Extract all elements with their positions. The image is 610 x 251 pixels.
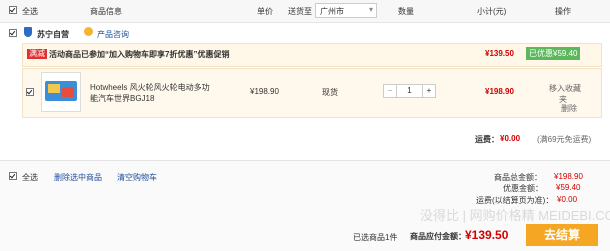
- total-label: 商品总金额：: [494, 173, 542, 182]
- shipping-estimate-value: ¥0.00: [557, 195, 578, 204]
- shield-icon: [24, 27, 32, 37]
- col-quantity: 数量: [398, 7, 414, 16]
- select-all-checkbox[interactable]: [9, 6, 17, 14]
- shipping-label: 运费：: [475, 135, 499, 144]
- move-to-favorites-link[interactable]: 移入收藏: [549, 83, 581, 94]
- qty-input[interactable]: 1: [397, 85, 422, 97]
- footer-select-all-label: 全选: [22, 173, 38, 182]
- item-checkbox[interactable]: [26, 88, 34, 96]
- product-name-line2[interactable]: 能汽车世界BGJ18: [90, 93, 154, 104]
- delete-item-link[interactable]: 删除: [561, 103, 577, 114]
- product-thumbnail[interactable]: [41, 72, 81, 112]
- quantity-stepper: − 1 +: [383, 84, 436, 98]
- item-stock-status: 现货: [322, 88, 338, 97]
- promo-discount-badge: 已优惠¥59.40: [526, 47, 581, 60]
- shipping-amount: ¥0.00: [500, 134, 521, 143]
- promo-text: 活动商品已参加“加入购物车即享7折优惠”优惠促销: [49, 50, 230, 59]
- payable-value: ¥139.50: [465, 228, 509, 242]
- promo-amount: ¥139.50: [485, 49, 514, 58]
- watermark-logo: 没得比 | 网购价格精 MEIDEBI.COM: [420, 208, 610, 223]
- footer-select-all-checkbox[interactable]: [9, 172, 17, 180]
- product-name-line1[interactable]: Hotwheels 风火轮风火轮电动多功: [90, 82, 210, 93]
- checkout-button[interactable]: 去结算: [526, 224, 598, 246]
- col-operation: 操作: [555, 7, 571, 16]
- qty-minus-button[interactable]: −: [384, 85, 397, 97]
- store-checkbox[interactable]: [9, 29, 17, 37]
- col-ship-to: 送货至: [288, 7, 312, 16]
- chevron-down-icon: ▾: [368, 5, 373, 14]
- city-select-value: 广州市: [320, 7, 344, 16]
- clear-cart-link[interactable]: 清空购物车: [117, 172, 157, 183]
- total-value: ¥198.90: [554, 172, 583, 181]
- col-subtotal: 小计(元): [477, 7, 507, 16]
- shipping-note: (满69元免运费): [537, 135, 592, 144]
- col-unit-price: 单价: [257, 7, 273, 16]
- item-subtotal: ¥198.90: [485, 87, 514, 96]
- product-consult-link[interactable]: 产品咨询: [97, 29, 129, 40]
- item-unit-price: ¥198.90: [250, 87, 279, 96]
- selected-count: 已选商品1件: [353, 233, 398, 242]
- promo-tag: 满减: [27, 49, 47, 59]
- store-name[interactable]: 苏宁自营: [37, 29, 69, 40]
- select-all-label: 全选: [22, 7, 38, 16]
- col-product-info: 商品信息: [90, 7, 122, 16]
- city-select[interactable]: 广州市 ▾: [315, 3, 377, 18]
- qty-plus-button[interactable]: +: [422, 85, 435, 97]
- smile-icon: [84, 27, 93, 36]
- payable-label: 商品应付金额：: [410, 232, 466, 241]
- discount-label: 优惠金额：: [503, 184, 543, 193]
- discount-value: ¥59.40: [556, 183, 581, 192]
- delete-selected-link[interactable]: 删除选中商品: [54, 172, 102, 183]
